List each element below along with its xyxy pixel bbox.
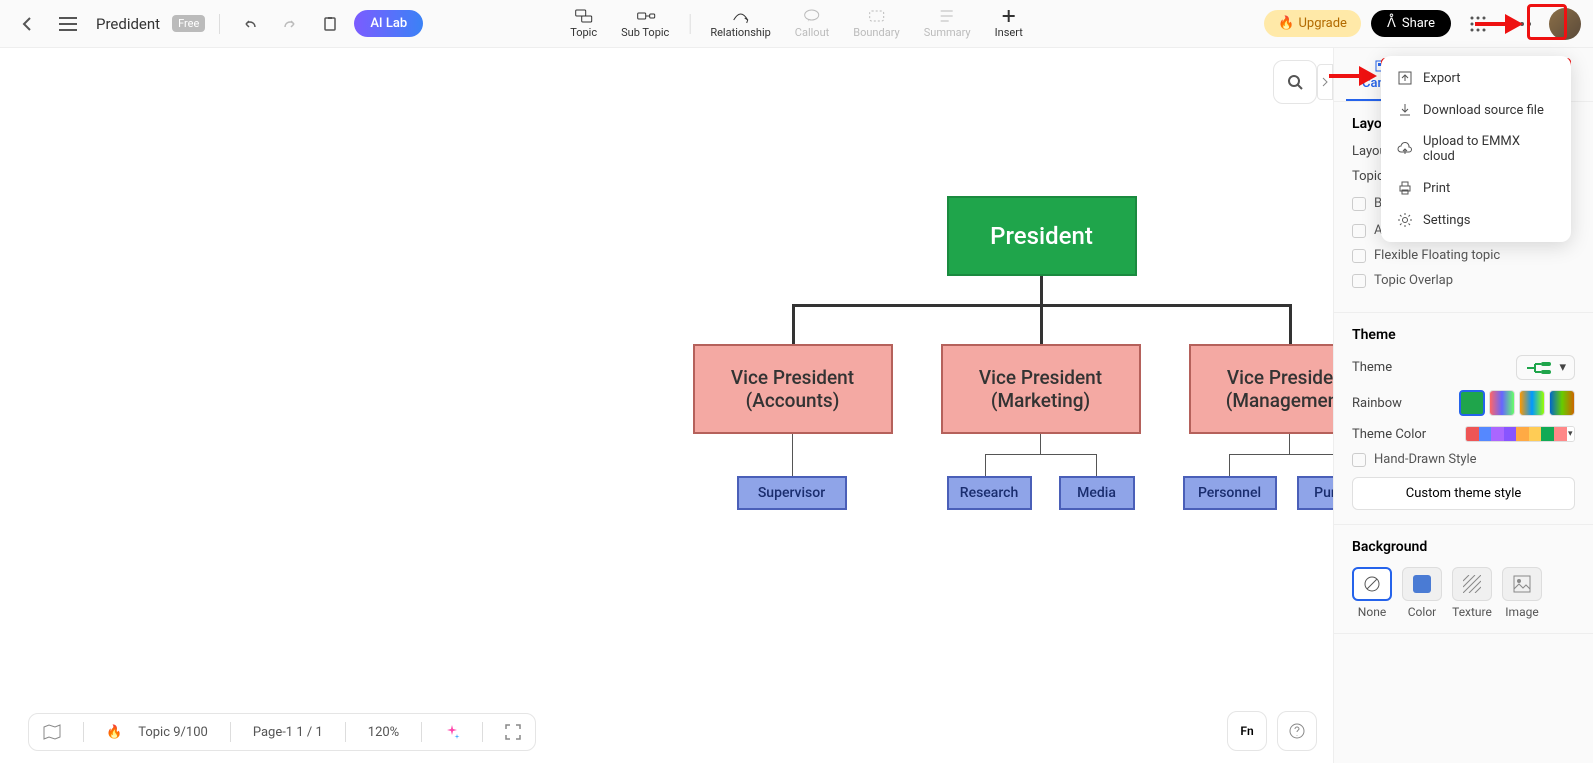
background-heading: Background	[1352, 539, 1575, 555]
document-title: Predident	[96, 15, 160, 33]
tool-relationship[interactable]: Relationship	[700, 4, 780, 43]
tool-summary: Summary	[914, 4, 981, 43]
node-president[interactable]: President	[947, 196, 1137, 276]
opt-overlap[interactable]: Topic Overlap	[1352, 273, 1575, 288]
menu-settings[interactable]: Settings	[1387, 204, 1565, 236]
menu-button[interactable]	[52, 8, 84, 40]
menu-export[interactable]: Export	[1387, 62, 1565, 94]
search-button[interactable]	[1273, 60, 1317, 104]
apps-button[interactable]	[1461, 7, 1495, 41]
fn-button[interactable]: Fn	[1227, 711, 1267, 751]
topic-count: Topic 9/100	[138, 725, 208, 740]
node-media[interactable]: Media	[1059, 476, 1135, 510]
fullscreen-icon[interactable]	[505, 724, 521, 740]
node-vp-accounts[interactable]: Vice President(Accounts)	[693, 344, 893, 434]
person-icon: ᐰ	[1387, 16, 1396, 31]
help-button[interactable]	[1277, 711, 1317, 751]
tool-insert[interactable]: Insert	[985, 4, 1033, 43]
node-personnel[interactable]: Personnel	[1183, 476, 1277, 510]
theme-label: Theme	[1352, 360, 1392, 375]
fire-icon: 🔥	[1278, 16, 1294, 31]
opt-flexible[interactable]: Flexible Floating topic	[1352, 248, 1575, 263]
download-icon	[1397, 102, 1413, 118]
bg-none[interactable]: None	[1352, 567, 1392, 619]
collapse-panel-button[interactable]	[1317, 64, 1333, 100]
print-icon	[1397, 180, 1413, 196]
theme-heading: Theme	[1352, 327, 1575, 343]
tool-topic[interactable]: Topic	[560, 4, 607, 43]
paste-button[interactable]	[314, 8, 346, 40]
bg-texture[interactable]: Texture	[1452, 567, 1492, 619]
undo-button[interactable]	[234, 8, 266, 40]
user-avatar[interactable]	[1549, 8, 1581, 40]
tool-subtopic[interactable]: Sub Topic	[611, 4, 679, 43]
menu-download[interactable]: Download source file	[1387, 94, 1565, 126]
more-button[interactable]	[1505, 7, 1539, 41]
ai-lab-button[interactable]: AI Lab	[354, 10, 423, 37]
rainbow-label: Rainbow	[1352, 396, 1402, 411]
tool-boundary: Boundary	[843, 4, 909, 43]
map-icon[interactable]	[43, 724, 61, 740]
page-indicator[interactable]: Page-1 1 / 1	[253, 725, 323, 740]
redo-button[interactable]	[274, 8, 306, 40]
node-research[interactable]: Research	[947, 476, 1032, 510]
fire-icon: 🔥	[106, 725, 122, 740]
export-icon	[1397, 70, 1413, 86]
zoom-level[interactable]: 120%	[368, 725, 399, 740]
custom-theme-button[interactable]: Custom theme style	[1352, 477, 1575, 510]
menu-print[interactable]: Print	[1387, 172, 1565, 204]
menu-upload[interactable]: Upload to EMMX cloud	[1387, 126, 1565, 172]
share-button[interactable]: ᐰShare	[1371, 10, 1451, 37]
bottom-bar: 🔥 Topic 9/100 Page-1 1 / 1 120%	[28, 713, 536, 751]
bg-color[interactable]: Color	[1402, 567, 1442, 619]
theme-color-label: Theme Color	[1352, 427, 1426, 442]
rainbow-swatches[interactable]	[1459, 390, 1575, 416]
color-strip[interactable]: ▾	[1465, 426, 1575, 442]
upgrade-button[interactable]: 🔥Upgrade	[1264, 10, 1361, 37]
node-supervisor[interactable]: Supervisor	[737, 476, 847, 510]
tool-callout: Callout	[785, 4, 839, 43]
sparkle-icon[interactable]	[444, 724, 460, 740]
chevron-down-icon: ▾	[1559, 360, 1566, 375]
opt-hand-drawn[interactable]: Hand-Drawn Style	[1352, 452, 1575, 467]
theme-select[interactable]: ▾	[1516, 355, 1575, 380]
bg-image[interactable]: Image	[1502, 567, 1542, 619]
cloud-icon	[1397, 141, 1413, 157]
free-badge: Free	[172, 15, 205, 32]
back-button[interactable]	[12, 8, 44, 40]
canvas[interactable]: President Vice President(Accounts) Vice …	[0, 48, 1333, 715]
more-dropdown: Export Download source file Upload to EM…	[1381, 56, 1571, 242]
node-vp-marketing[interactable]: Vice President(Marketing)	[941, 344, 1141, 434]
gear-icon	[1397, 212, 1413, 228]
